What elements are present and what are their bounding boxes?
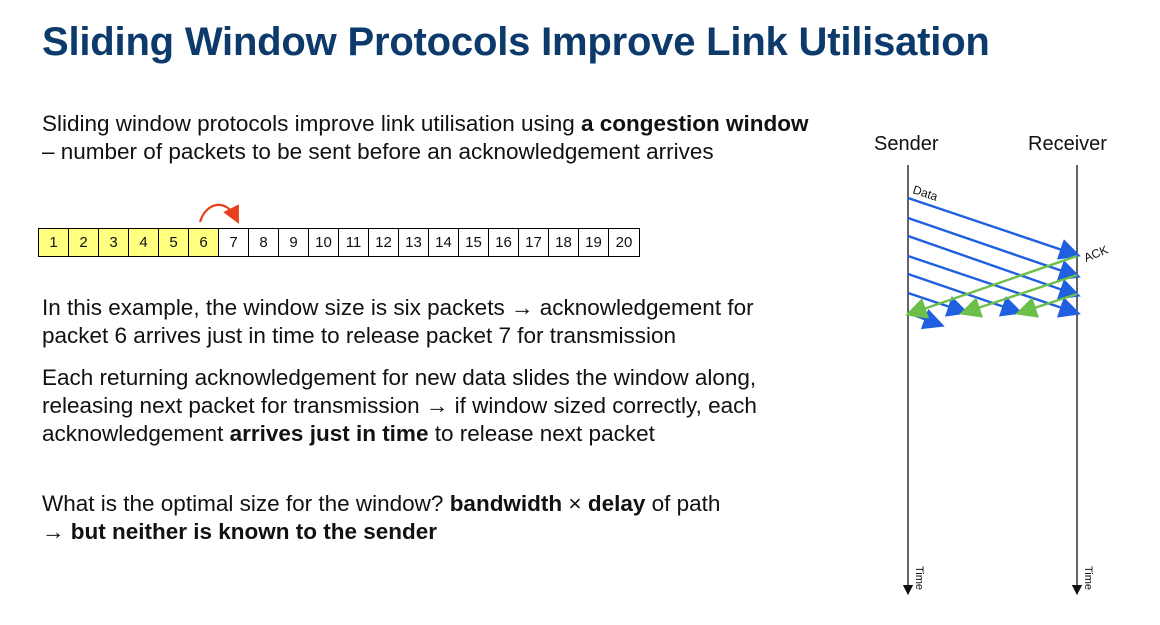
data-arrow-6	[907, 291, 969, 317]
packet-cell: 19	[579, 229, 609, 256]
sequence-diagram: Data ACK Time Time	[902, 165, 1110, 596]
receiver-time-label: Time	[1082, 566, 1094, 590]
page-title: Sliding Window Protocols Improve Link Ut…	[42, 20, 990, 64]
question-text: What is the optimal size for the window?	[42, 491, 450, 516]
data-arrow-5	[907, 272, 1023, 317]
intro-text-end: – number of packets to be sent before an…	[42, 139, 714, 164]
packet-cell: 18	[549, 229, 579, 256]
packet-cell: 8	[249, 229, 279, 256]
times-symbol: ×	[562, 491, 588, 516]
packet-in-window: 6	[189, 229, 219, 256]
packet-in-window: 5	[159, 229, 189, 256]
sliding-paragraph: Each returning acknowledgement for new d…	[42, 364, 812, 448]
packet-cell: 9	[279, 229, 309, 256]
intro-paragraph: Sliding window protocols improve link ut…	[42, 110, 812, 166]
example-text: In this example, the window size is six …	[42, 295, 754, 348]
packet-cell: 15	[459, 229, 489, 256]
packet-cell: 16	[489, 229, 519, 256]
packet-cell: 14	[429, 229, 459, 256]
packet-cell: 7	[219, 229, 249, 256]
packet-cell: 13	[399, 229, 429, 256]
sliding-text-end: to release next packet	[428, 421, 655, 446]
intro-bold: a congestion window	[581, 111, 809, 136]
packet-in-window: 1	[39, 229, 69, 256]
question-paragraph: What is the optimal size for the window?…	[42, 490, 812, 546]
intro-text: Sliding window protocols improve link ut…	[42, 111, 582, 136]
packet-sequence: 1 2 3 4 5 6 7 8 9 10 11 12 13 14 15 16 17 18 19 20	[38, 228, 640, 257]
packet-in-window: 3	[99, 229, 129, 256]
sliding-bold: arrives just in time	[229, 421, 429, 446]
sender-time-label: Time	[913, 566, 925, 590]
packet-cell: 10	[309, 229, 339, 256]
packet-cell: 11	[339, 229, 369, 256]
question-conclusion: → but neither is known to the sender	[42, 519, 438, 544]
packet-cell: 17	[519, 229, 549, 256]
packet-cell: 20	[609, 229, 639, 256]
packet-cell: 12	[369, 229, 399, 256]
ack-label: ACK	[1082, 243, 1110, 265]
bandwidth-term: bandwidth	[449, 491, 563, 516]
packet-in-window: 2	[69, 229, 99, 256]
packet-in-window: 4	[129, 229, 159, 256]
example-paragraph: In this example, the window size is six …	[42, 294, 812, 350]
delay-term: delay	[587, 491, 646, 516]
question-text-mid: of path	[645, 491, 721, 516]
data-arrow-7	[907, 308, 945, 330]
slide-window-arrow-icon	[198, 203, 239, 224]
